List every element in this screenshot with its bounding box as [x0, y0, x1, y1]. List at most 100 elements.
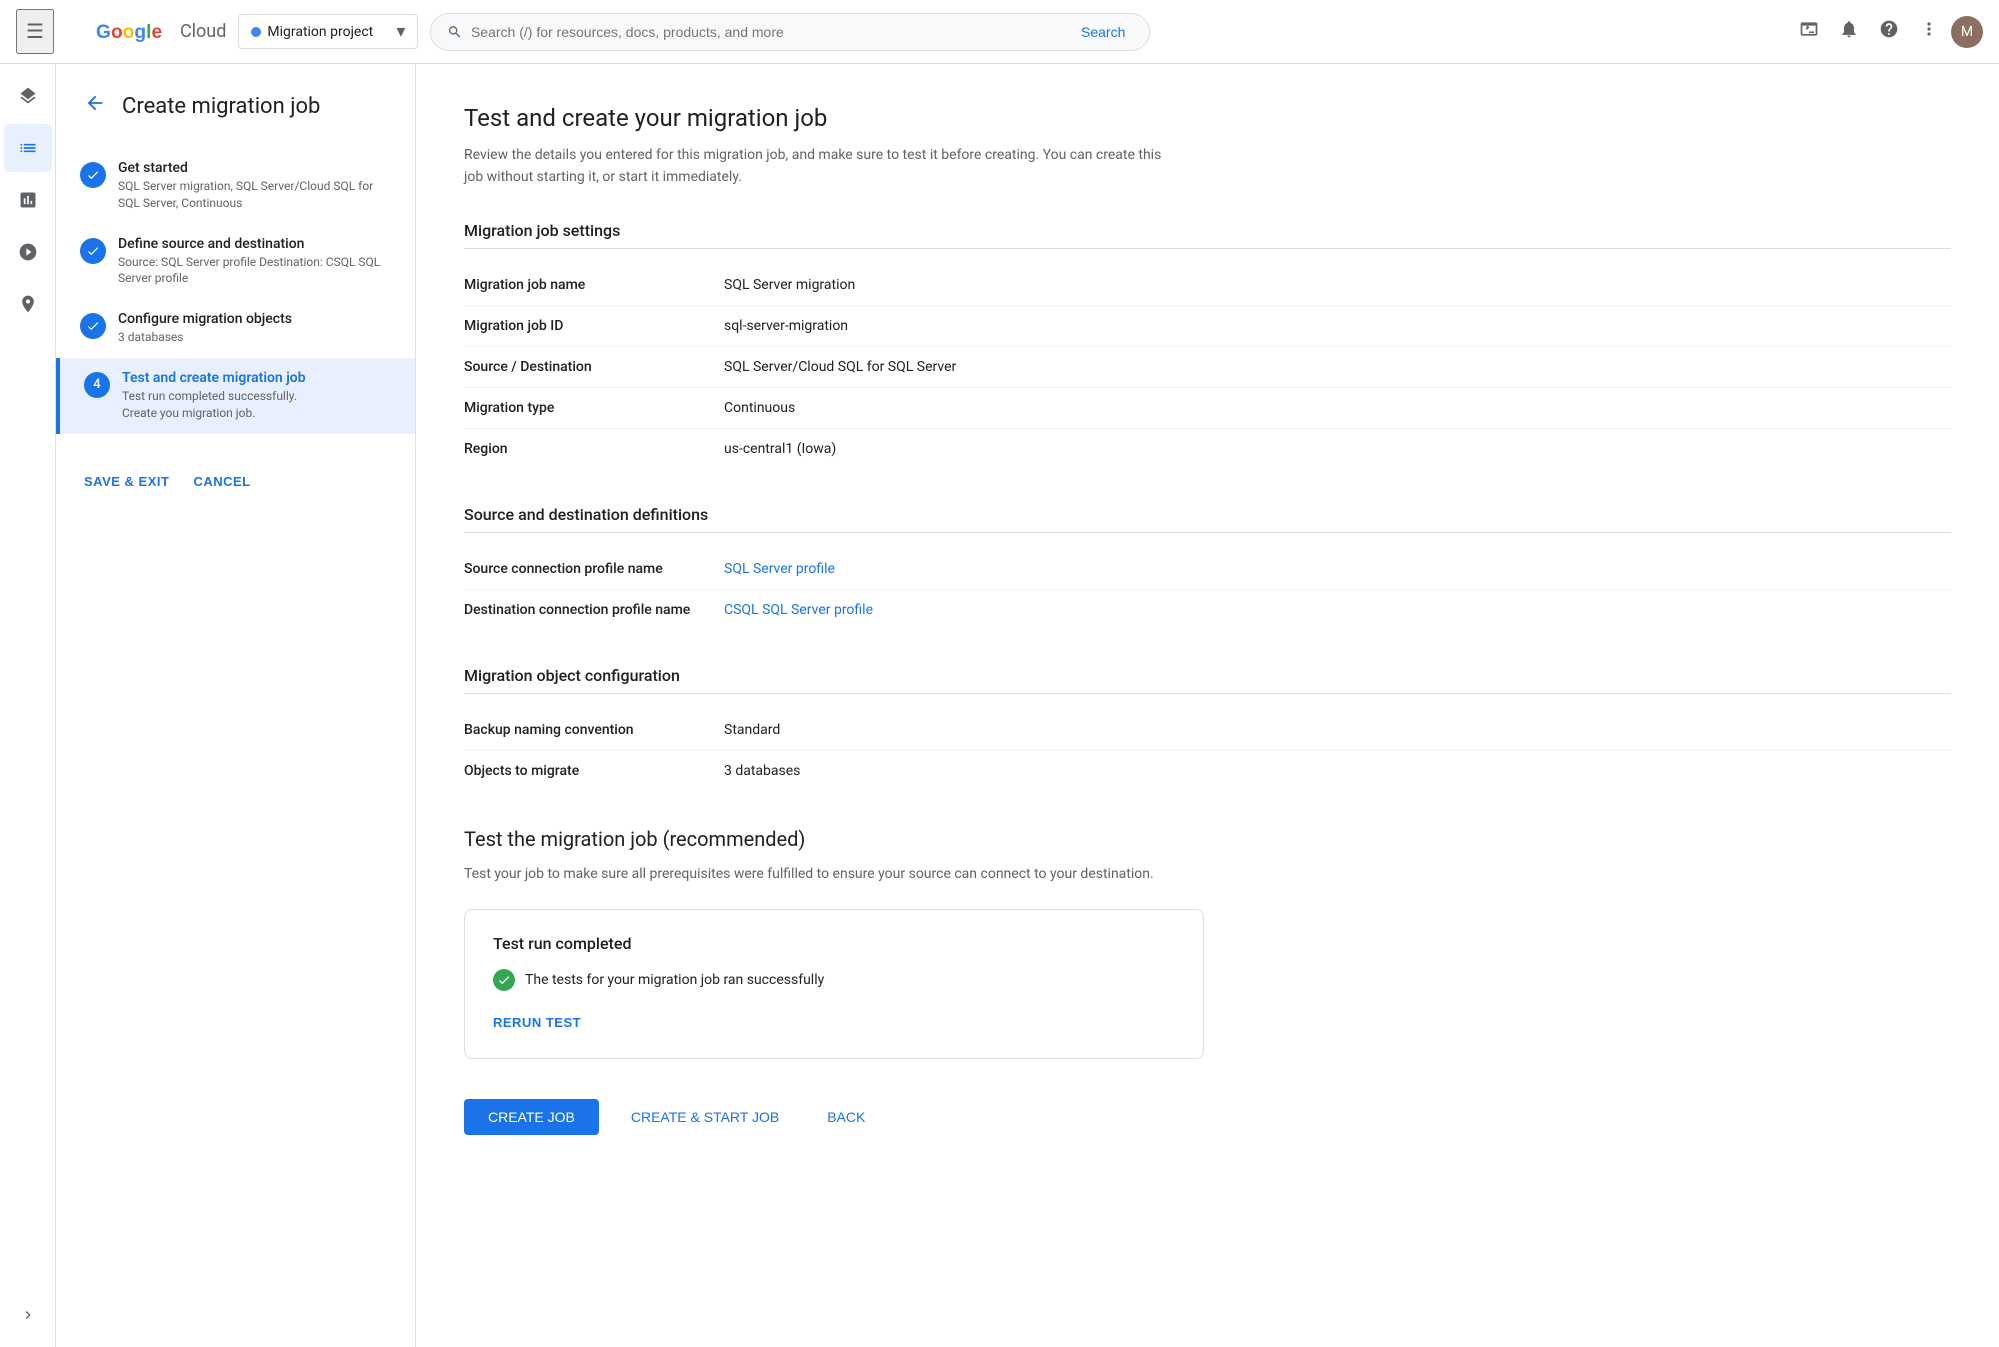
source-dest-section: Source and destination definitions Sourc… — [464, 505, 1951, 630]
create-start-job-button[interactable]: CREATE & START JOB — [615, 1099, 795, 1135]
label-backup-naming: Backup naming convention — [464, 710, 724, 751]
create-job-button[interactable]: CREATE JOB — [464, 1099, 599, 1135]
value-migration-job-name: SQL Server migration — [724, 265, 1951, 306]
sidebar-icon-hub[interactable] — [4, 280, 52, 328]
help-icon — [1879, 19, 1899, 39]
sidebar-icons — [0, 64, 56, 1347]
project-dot — [251, 27, 261, 37]
success-check-icon — [493, 969, 515, 991]
table-row: Destination connection profile name CSQL… — [464, 589, 1951, 630]
terminal-icon-button[interactable] — [1791, 11, 1827, 53]
sidebar-icon-analytics[interactable] — [4, 176, 52, 224]
label-region: Region — [464, 428, 724, 469]
sidebar-icon-list[interactable] — [4, 124, 52, 172]
label-migration-job-id: Migration job ID — [464, 305, 724, 346]
step-title-2: Define source and destination — [118, 236, 391, 252]
back-button-bottom[interactable]: BACK — [811, 1099, 881, 1135]
value-migration-type: Continuous — [724, 387, 1951, 428]
step-content-2: Define source and destination Source: SQ… — [118, 236, 391, 288]
hamburger-menu[interactable]: ☰ — [16, 9, 54, 54]
migration-object-table: Backup naming convention Standard Object… — [464, 710, 1951, 791]
more-icon-button[interactable] — [1911, 11, 1947, 53]
label-dest-conn: Destination connection profile name — [464, 589, 724, 630]
value-objects-migrate: 3 databases — [724, 750, 1951, 791]
avatar[interactable]: M — [1951, 16, 1983, 48]
google-logo-svg: Google — [96, 19, 176, 45]
step-desc-1: SQL Server migration, SQL Server/Cloud S… — [118, 178, 391, 212]
table-row: Migration job ID sql-server-migration — [464, 305, 1951, 346]
project-selector[interactable]: Migration project ▾ — [238, 14, 418, 49]
label-source-destination: Source / Destination — [464, 346, 724, 387]
google-cloud-icon — [66, 20, 90, 44]
step-content-4: Test and create migration job Test run c… — [122, 370, 306, 422]
step-item-configure[interactable]: Configure migration objects 3 databases — [56, 299, 415, 358]
page-title: Create migration job — [122, 94, 320, 119]
analytics-icon — [18, 190, 38, 210]
save-exit-button[interactable]: SAVE & EXIT — [80, 466, 173, 497]
sidebar-expand-button[interactable] — [4, 1291, 52, 1339]
label-objects-migrate: Objects to migrate — [464, 750, 724, 791]
migration-job-settings-section: Migration job settings Migration job nam… — [464, 221, 1951, 469]
step-title-3: Configure migration objects — [118, 311, 292, 327]
value-source-destination: SQL Server/Cloud SQL for SQL Server — [724, 346, 1951, 387]
bottom-actions: CREATE JOB CREATE & START JOB BACK — [464, 1099, 1951, 1135]
step-item-test-create[interactable]: 4 Test and create migration job Test run… — [56, 358, 415, 434]
migration-object-title: Migration object configuration — [464, 666, 1951, 694]
step-desc-2: Source: SQL Server profile Destination: … — [118, 254, 391, 288]
table-row: Backup naming convention Standard — [464, 710, 1951, 751]
step-circle-4: 4 — [84, 372, 110, 398]
table-row: Region us-central1 (Iowa) — [464, 428, 1951, 469]
chevron-down-icon: ▾ — [396, 21, 405, 42]
test-box: Test run completed The tests for your mi… — [464, 909, 1204, 1059]
label-source-conn: Source connection profile name — [464, 549, 724, 590]
sidebar-icon-stream[interactable] — [4, 228, 52, 276]
cancel-button[interactable]: CANCEL — [189, 466, 254, 497]
step-desc-4: Test run completed successfully.Create y… — [122, 388, 306, 422]
steps-actions: SAVE & EXIT CANCEL — [56, 434, 415, 529]
value-backup-naming: Standard — [724, 710, 1951, 751]
sidebar-icon-layers[interactable] — [4, 72, 52, 120]
bell-icon-button[interactable] — [1831, 11, 1867, 53]
list-icon — [18, 138, 38, 158]
steps-panel: Create migration job Get started SQL Ser… — [56, 64, 416, 1347]
migration-object-section: Migration object configuration Backup na… — [464, 666, 1951, 791]
search-button[interactable]: Search — [1073, 20, 1133, 44]
step-item-get-started[interactable]: Get started SQL Server migration, SQL Se… — [56, 148, 415, 224]
step-item-define-source[interactable]: Define source and destination Source: SQ… — [56, 224, 415, 300]
source-dest-table: Source connection profile name SQL Serve… — [464, 549, 1951, 630]
step-desc-3: 3 databases — [118, 329, 292, 346]
search-bar: Search — [430, 13, 1150, 51]
nav-icons: M — [1791, 11, 1983, 53]
main-layout: Create migration job Get started SQL Ser… — [0, 64, 1999, 1347]
step-title-1: Get started — [118, 160, 391, 176]
rerun-test-button[interactable]: RERUN TEST — [493, 1011, 581, 1034]
source-dest-title: Source and destination definitions — [464, 505, 1951, 533]
help-icon-button[interactable] — [1871, 11, 1907, 53]
more-vert-icon — [1919, 19, 1939, 39]
hub-icon — [18, 294, 38, 314]
search-input[interactable] — [471, 24, 1065, 40]
content-title: Test and create your migration job — [464, 104, 1951, 132]
step-content-3: Configure migration objects 3 databases — [118, 311, 292, 346]
step-title-4: Test and create migration job — [122, 370, 306, 386]
test-result-text: The tests for your migration job ran suc… — [525, 972, 824, 988]
migration-job-settings-title: Migration job settings — [464, 221, 1951, 249]
dest-conn-link[interactable]: CSQL SQL Server profile — [724, 602, 873, 618]
table-row: Objects to migrate 3 databases — [464, 750, 1951, 791]
stream-icon — [18, 242, 38, 262]
check-icon — [86, 168, 100, 182]
back-icon — [84, 92, 106, 114]
page-header: Create migration job — [56, 88, 415, 148]
test-result: The tests for your migration job ran suc… — [493, 969, 1175, 991]
test-section: Test the migration job (recommended) Tes… — [464, 827, 1951, 1059]
test-section-title: Test the migration job (recommended) — [464, 827, 1951, 851]
value-source-conn: SQL Server profile — [724, 549, 1951, 590]
back-button[interactable] — [80, 88, 110, 124]
step-circle-3 — [80, 313, 106, 339]
value-migration-job-id: sql-server-migration — [724, 305, 1951, 346]
source-conn-link[interactable]: SQL Server profile — [724, 561, 835, 577]
step-content-1: Get started SQL Server migration, SQL Se… — [118, 160, 391, 212]
test-section-desc: Test your job to make sure all prerequis… — [464, 863, 1164, 885]
top-nav: ☰ Google Cloud Migration project ▾ Searc… — [0, 0, 1999, 64]
step-circle-1 — [80, 162, 106, 188]
